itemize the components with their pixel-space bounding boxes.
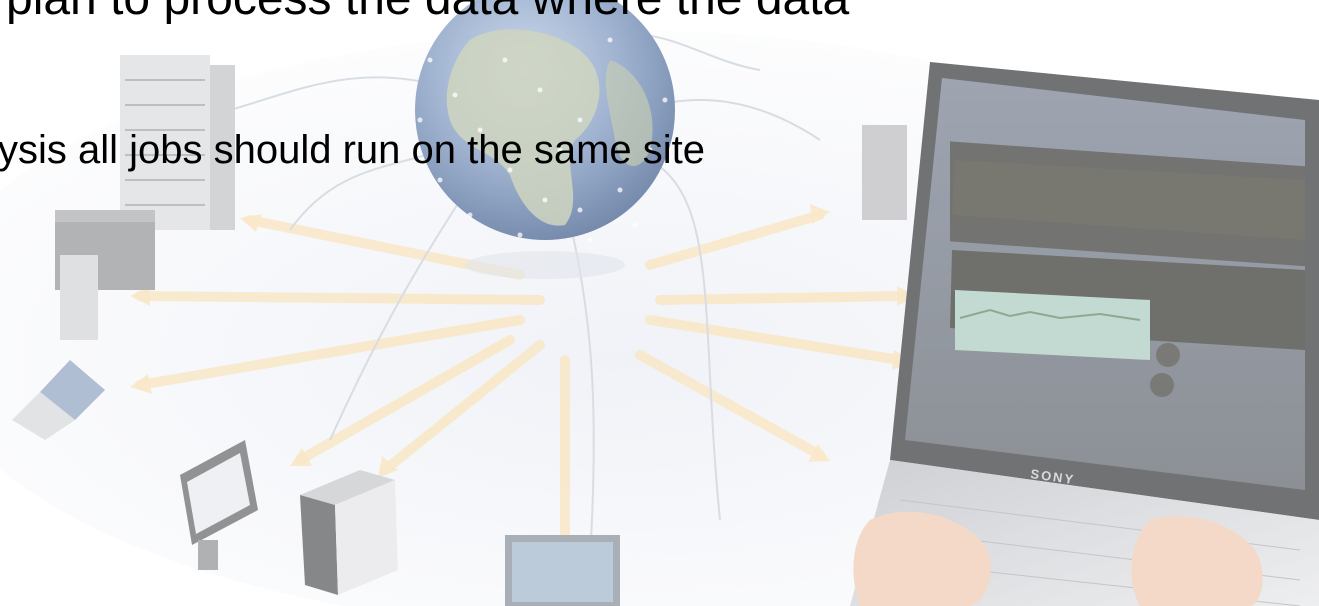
- grid-computing-illustration: SONY: [0, 0, 1319, 606]
- image-fade-overlay: [0, 0, 1319, 606]
